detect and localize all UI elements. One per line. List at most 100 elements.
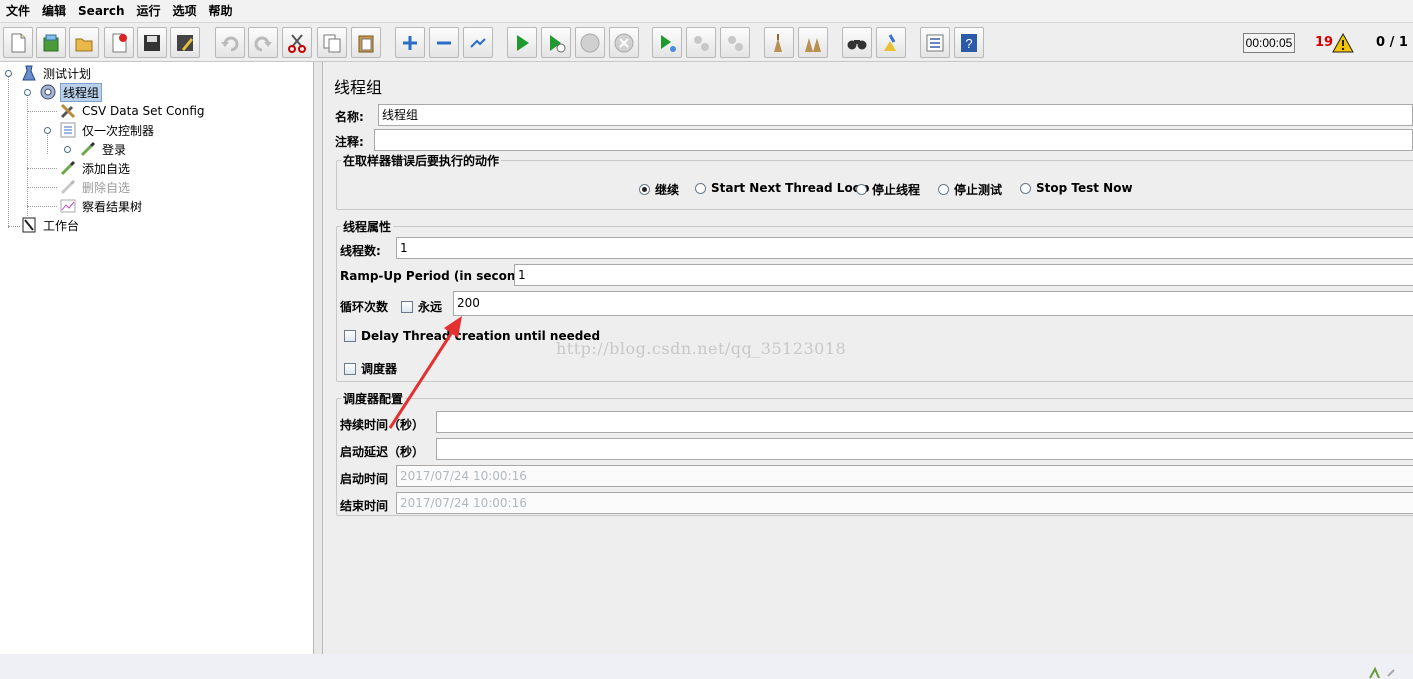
- menu-run[interactable]: 运行: [130, 0, 166, 22]
- tree-item-add-favorite[interactable]: 添加自选: [59, 159, 132, 177]
- tree-connector: [8, 72, 9, 228]
- tree-item-label: 删除自选: [82, 180, 131, 195]
- corner-decoration-icon: [1369, 666, 1395, 679]
- menu-bar: 文件 编辑 Search 运行 选项 帮助: [0, 0, 1413, 22]
- radio-dot: [639, 184, 650, 195]
- shutdown-button[interactable]: [609, 27, 639, 58]
- radio-start-next-thread-loop[interactable]: Start Next Thread Loop: [695, 181, 870, 195]
- radio-stop-test-now[interactable]: Stop Test Now: [1020, 181, 1133, 195]
- templates-button[interactable]: [36, 27, 66, 58]
- toggle-button[interactable]: [463, 27, 493, 58]
- cut-icon: [288, 33, 306, 53]
- new-button[interactable]: [3, 27, 33, 58]
- test-plan-icon: [22, 65, 36, 81]
- checkbox-box: [344, 362, 356, 375]
- panel-splitter[interactable]: [313, 62, 323, 654]
- tree-connector: [27, 168, 57, 169]
- copy-icon: [323, 34, 341, 52]
- tree-item-label: 线程组: [60, 82, 103, 102]
- new-icon: [11, 33, 26, 52]
- clear-button[interactable]: [764, 27, 794, 58]
- clear-all-button[interactable]: [798, 27, 828, 58]
- end-time-input[interactable]: 2017/07/24 10:00:16: [396, 492, 1413, 514]
- tree-item-view-results-tree[interactable]: 察看结果树: [59, 197, 144, 215]
- tree-item-test-plan[interactable]: 测试计划: [20, 64, 93, 82]
- radio-stop-thread[interactable]: 停止线程: [856, 181, 920, 198]
- start-button[interactable]: [507, 27, 537, 58]
- tree-item-login[interactable]: 登录: [79, 140, 128, 158]
- paste-icon: [358, 35, 374, 52]
- loop-count-input[interactable]: 200: [453, 291, 1413, 316]
- tree-item-workbench[interactable]: 工作台: [20, 216, 81, 234]
- menu-edit[interactable]: 编辑: [36, 0, 72, 22]
- page-title: 线程组: [334, 78, 383, 97]
- menu-help[interactable]: 帮助: [203, 0, 239, 22]
- tree-item-delete-favorite[interactable]: 删除自选: [59, 178, 132, 196]
- group-title: 线程属性: [341, 218, 394, 235]
- radio-dot: [856, 184, 867, 195]
- remote-stop-button[interactable]: [686, 27, 716, 58]
- threads-input[interactable]: 1: [396, 237, 1413, 259]
- tree-item-csv-data-set-config[interactable]: CSV Data Set Config: [59, 102, 207, 120]
- remote-start-button[interactable]: [652, 27, 682, 58]
- tree-expand-handle[interactable]: [24, 89, 31, 96]
- start-time-input[interactable]: 2017/07/24 10:00:16: [396, 465, 1413, 487]
- search-button[interactable]: [842, 27, 872, 58]
- open-icon: [75, 38, 93, 51]
- tree-item-once-only-controller[interactable]: 仅一次控制器: [59, 121, 156, 139]
- menu-options[interactable]: 选项: [167, 0, 203, 22]
- thread-properties-group: 线程属性 线程数: 1 Ramp-Up Period (in seconds):…: [336, 218, 1413, 382]
- templates-icon: [43, 34, 59, 51]
- start-no-timers-button[interactable]: [541, 27, 571, 58]
- redo-icon: [254, 36, 272, 51]
- duration-input[interactable]: [436, 411, 1413, 433]
- clear-all-icon: [805, 37, 821, 52]
- tree-item-thread-group[interactable]: 线程组: [39, 82, 103, 102]
- tree-expand-handle[interactable]: [64, 146, 71, 153]
- radio-continue[interactable]: 继续: [639, 181, 679, 198]
- expand-all-button[interactable]: [395, 27, 425, 58]
- remote-shutdown-icon: [728, 35, 743, 51]
- function-helper-icon: [926, 34, 944, 51]
- tree-expand-handle[interactable]: [5, 70, 12, 77]
- save-button[interactable]: [137, 27, 167, 58]
- start-no-timers-icon: [550, 34, 566, 52]
- save-as-button[interactable]: [170, 27, 200, 58]
- tree-item-label: 工作台: [43, 218, 80, 233]
- startup-delay-input[interactable]: [436, 438, 1413, 460]
- help-button[interactable]: ?: [954, 27, 984, 58]
- comment-input[interactable]: [374, 129, 1413, 151]
- startup-delay-label: 启动延迟（秒）: [340, 445, 425, 459]
- stop-button[interactable]: [575, 27, 605, 58]
- menu-file[interactable]: 文件: [0, 0, 36, 22]
- reset-search-button[interactable]: [876, 27, 906, 58]
- copy-button[interactable]: [317, 27, 347, 58]
- undo-icon: [221, 36, 239, 51]
- results-tree-icon: [60, 199, 76, 213]
- start-icon: [517, 34, 529, 51]
- function-helper-button[interactable]: [920, 27, 950, 58]
- undo-button[interactable]: [215, 27, 245, 58]
- radio-stop-test[interactable]: 停止测试: [938, 181, 1002, 198]
- rampup-input[interactable]: 1: [514, 264, 1413, 286]
- cut-button[interactable]: [282, 27, 312, 58]
- test-plan-tree: 测试计划 线程组 CSV Data Set Config 仅一次控制器 登录 添…: [0, 62, 313, 654]
- collapse-icon: [437, 41, 451, 44]
- menu-search[interactable]: Search: [72, 0, 130, 22]
- shutdown-icon: [614, 33, 634, 52]
- open-button[interactable]: [69, 27, 99, 58]
- remote-shutdown-button[interactable]: [720, 27, 750, 58]
- paste-button[interactable]: [351, 27, 381, 58]
- tree-expand-handle[interactable]: [44, 127, 51, 134]
- watermark: http://blog.csdn.net/qq_35123018: [556, 339, 847, 358]
- name-input[interactable]: 线程组: [378, 104, 1413, 126]
- name-label: 名称:: [335, 110, 364, 124]
- sampler-pipette-disabled-icon: [60, 179, 76, 195]
- threads-label: 线程数:: [340, 244, 381, 258]
- collapse-all-button[interactable]: [429, 27, 459, 58]
- remote-start-icon: [661, 34, 676, 52]
- warning-icon[interactable]: [1332, 33, 1354, 53]
- radio-dot: [1020, 182, 1031, 194]
- redo-button[interactable]: [248, 27, 278, 58]
- close-button[interactable]: [104, 27, 134, 58]
